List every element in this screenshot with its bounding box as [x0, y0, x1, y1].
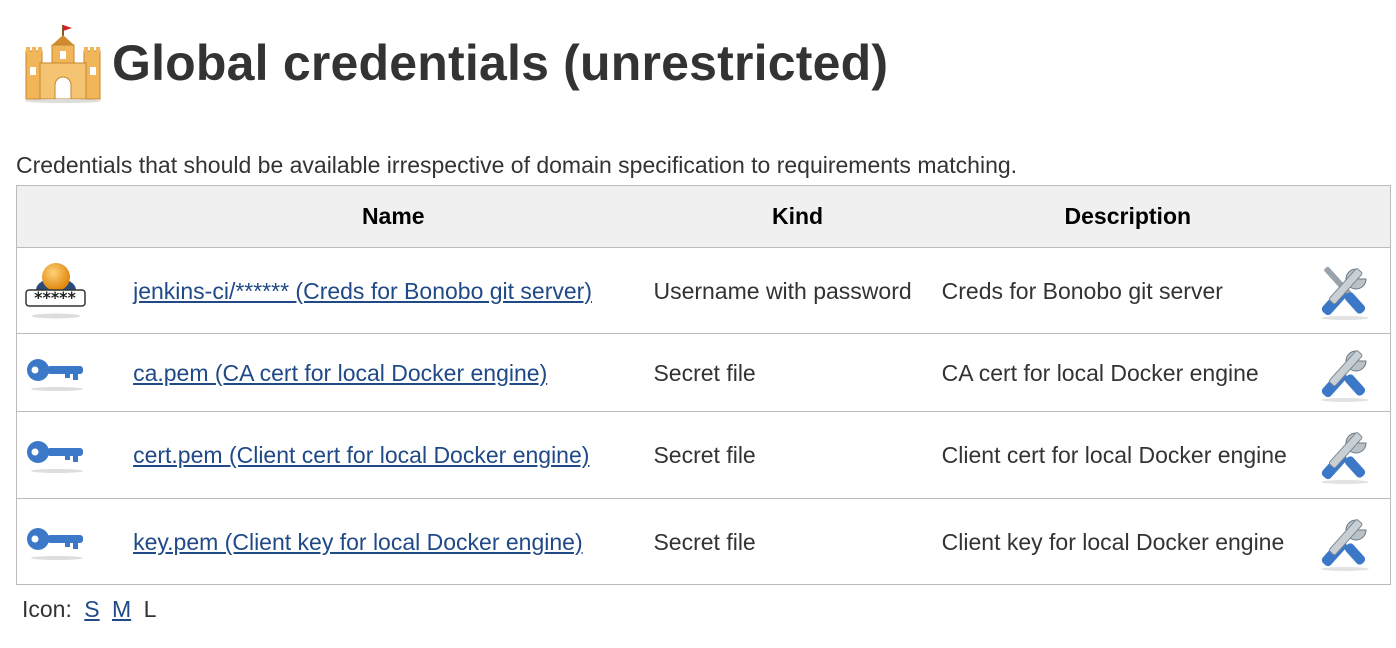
credential-description: Creds for Bonobo git server — [941, 247, 1314, 334]
credentials-table: Name Kind Description ***** jenkins-ci/*… — [16, 185, 1391, 585]
credential-description: Client cert for local Docker engine — [941, 411, 1314, 499]
svg-text:*****: ***** — [34, 288, 76, 307]
credential-kind: Secret file — [653, 498, 942, 585]
configure-tools-icon[interactable] — [1314, 343, 1390, 403]
credential-link[interactable]: jenkins-ci/****** (Creds for Bonobo git … — [133, 278, 592, 304]
page-title: Global credentials (unrestricted) — [112, 35, 889, 91]
column-header-description[interactable]: Description — [941, 185, 1314, 248]
table-row: cert.pem (Client cert for local Docker e… — [16, 411, 1391, 499]
credential-kind: Username with password — [653, 247, 942, 334]
user-password-icon: ***** — [17, 260, 133, 322]
icon-size-selector: Icon: S M L — [22, 596, 156, 623]
icon-size-large-current: L — [143, 596, 157, 622]
castle-icon — [22, 23, 102, 103]
configure-tools-icon[interactable] — [1314, 425, 1390, 485]
column-header-kind[interactable]: Kind — [653, 185, 942, 248]
credential-kind: Secret file — [653, 333, 942, 412]
table-header-row: Name Kind Description — [16, 185, 1391, 248]
key-icon — [17, 435, 133, 475]
key-icon — [17, 522, 133, 562]
credential-link[interactable]: cert.pem (Client cert for local Docker e… — [133, 442, 589, 468]
table-row: ***** jenkins-ci/****** (Creds for Bonob… — [16, 247, 1391, 334]
icon-size-medium-link[interactable]: M — [112, 596, 131, 622]
table-row: key.pem (Client key for local Docker eng… — [16, 498, 1391, 585]
icon-size-label: Icon: — [22, 596, 72, 622]
page-description: Credentials that should be available irr… — [16, 152, 1018, 178]
credential-description: Client key for local Docker engine — [941, 498, 1314, 585]
table-row: ca.pem (CA cert for local Docker engine)… — [16, 333, 1391, 412]
configure-tools-icon[interactable] — [1314, 261, 1390, 321]
credential-link[interactable]: key.pem (Client key for local Docker eng… — [133, 529, 583, 555]
key-icon — [17, 353, 133, 393]
credential-link[interactable]: ca.pem (CA cert for local Docker engine) — [133, 360, 547, 386]
column-header-action — [1313, 185, 1391, 248]
credential-description: CA cert for local Docker engine — [941, 333, 1314, 412]
column-header-icon — [16, 185, 134, 248]
configure-tools-icon[interactable] — [1314, 512, 1390, 572]
column-header-name[interactable]: Name — [133, 185, 654, 248]
icon-size-small-link[interactable]: S — [84, 596, 99, 622]
credential-kind: Secret file — [653, 411, 942, 499]
page-header: Global credentials (unrestricted) — [22, 18, 888, 108]
